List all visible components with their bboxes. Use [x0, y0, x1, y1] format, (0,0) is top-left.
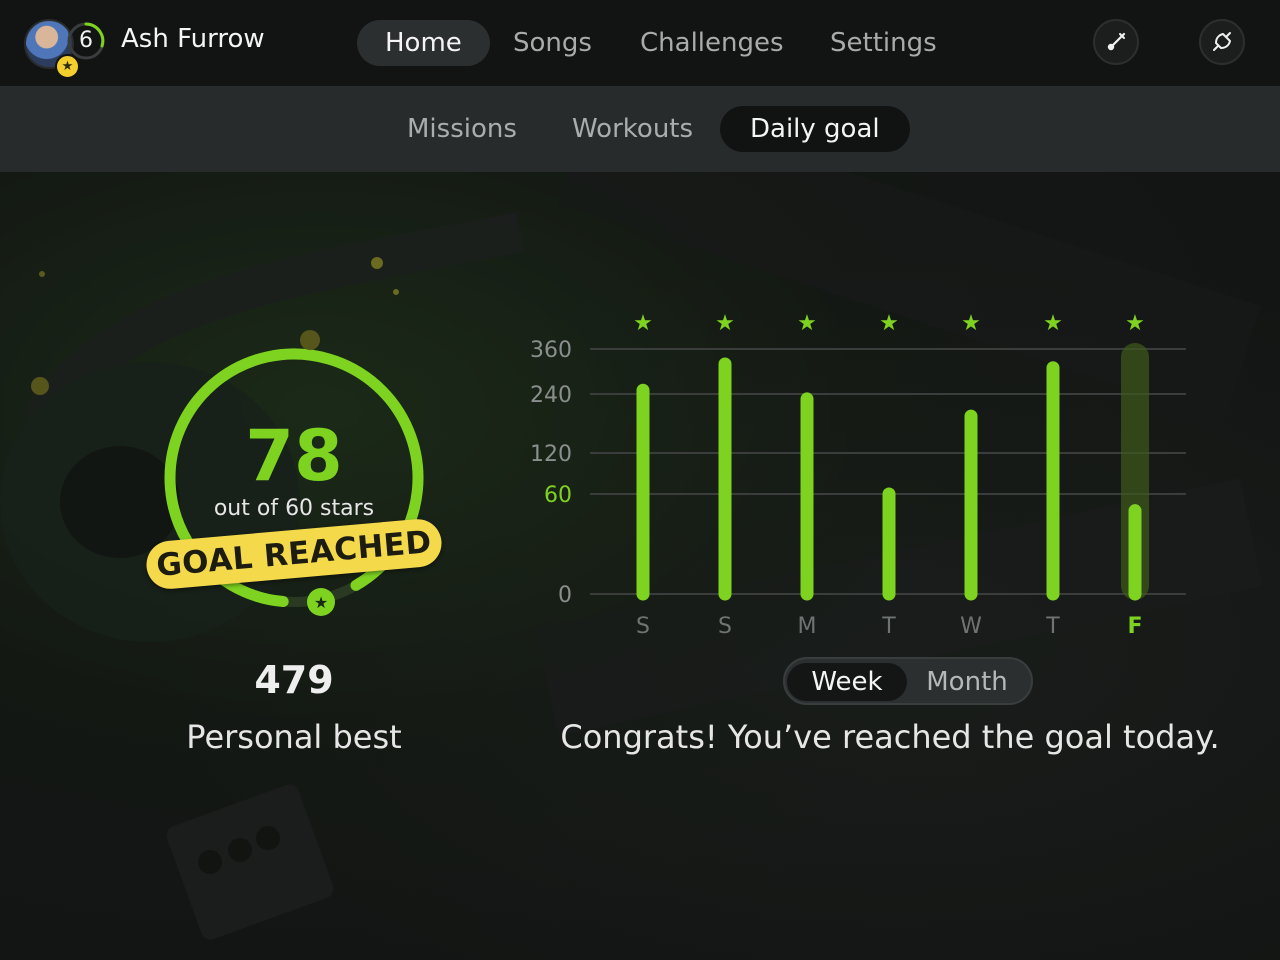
toggle-week[interactable]: Week	[787, 663, 907, 701]
tab-settings[interactable]: Settings	[802, 20, 965, 66]
x-tick-label: T	[1045, 614, 1060, 639]
y-tick-label: 0	[558, 583, 572, 608]
notifications-icon	[1213, 32, 1231, 51]
tuner-icon	[1107, 32, 1126, 51]
y-tick-label: 120	[530, 442, 572, 467]
tab-challenges[interactable]: Challenges	[612, 20, 812, 66]
x-tick-label: W	[960, 614, 982, 639]
x-tick-label: S	[636, 614, 650, 639]
username[interactable]: Ash Furrow	[121, 24, 265, 54]
personal-best-value: 479	[254, 658, 334, 702]
range-toggle: Week Month	[783, 657, 1033, 705]
goal-star-icon: ★	[715, 311, 735, 336]
y-tick-label: 360	[530, 338, 572, 363]
tab-daily-goal[interactable]: Daily goal	[720, 106, 910, 152]
tab-workouts[interactable]: Workouts	[542, 106, 723, 152]
x-tick-label: F	[1127, 614, 1142, 639]
notifications-button[interactable]	[1199, 19, 1245, 65]
congrats-message: Congrats! You’ve reached the goal today.	[560, 718, 1220, 756]
toggle-month[interactable]: Month	[907, 663, 1027, 701]
daily-goal-panel: ★ 78 out of 60 stars GOAL REACHED 479 Pe…	[0, 172, 1280, 960]
daily-stars-chart: 360 240 120 60 0 ★ S ★ S ★ M ★ T ★ W ★ T ★ F	[530, 311, 1186, 639]
sub-nav: Missions Workouts Daily goal	[0, 86, 1280, 172]
tab-missions[interactable]: Missions	[377, 106, 547, 152]
tab-home[interactable]: Home	[357, 20, 490, 66]
y-tick-label: 240	[530, 383, 572, 408]
x-tick-label: S	[718, 614, 732, 639]
goal-star-icon: ★	[1043, 311, 1063, 336]
top-bar: ★ 6 Ash Furrow Home Songs Challenges Set…	[0, 0, 1280, 86]
goal-star-icon: ★	[633, 311, 653, 336]
goal-star-icon: ★	[797, 311, 817, 336]
x-tick-label: T	[881, 614, 896, 639]
personal-best-label: Personal best	[186, 718, 402, 756]
goal-star-icon: ★	[879, 311, 899, 336]
level-number: 6	[79, 28, 93, 53]
y-tick-label: 60	[544, 483, 572, 508]
goal-star-icon: ★	[961, 311, 981, 336]
x-tick-label: M	[798, 614, 817, 639]
tab-songs[interactable]: Songs	[485, 20, 620, 66]
tuner-button[interactable]	[1093, 19, 1139, 65]
goal-star-icon: ★	[1125, 311, 1145, 336]
